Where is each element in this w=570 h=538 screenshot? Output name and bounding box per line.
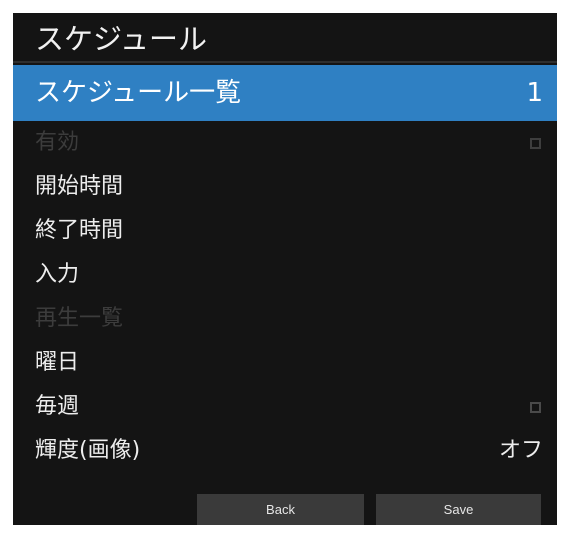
schedule-menu-list: スケジュール一覧 1 有効 開始時間 終了時間 入力 再生一覧 曜日 毎週 輝度…	[13, 65, 557, 473]
save-button[interactable]: Save	[376, 494, 541, 525]
menu-item-weekly[interactable]: 毎週	[13, 385, 557, 429]
menu-item-start-time[interactable]: 開始時間	[13, 165, 557, 209]
menu-item-end-time[interactable]: 終了時間	[13, 209, 557, 253]
menu-item-label: 毎週	[35, 394, 80, 419]
menu-item-label: スケジュール一覧	[35, 78, 242, 108]
enabled-checkbox	[530, 137, 541, 149]
schedule-menu-panel: スケジュール スケジュール一覧 1 有効 開始時間 終了時間 入力 再生一覧 曜…	[13, 13, 557, 525]
menu-item-weekday[interactable]: 曜日	[13, 341, 557, 385]
title-divider	[13, 61, 557, 63]
menu-item-label: 終了時間	[35, 218, 124, 243]
menu-item-label: 入力	[35, 262, 80, 287]
menu-item-label: 曜日	[35, 350, 80, 375]
brightness-value: オフ	[498, 438, 543, 463]
menu-item-label: 再生一覧	[35, 306, 124, 331]
menu-item-brightness[interactable]: 輝度(画像) オフ	[13, 429, 557, 473]
menu-item-label: 輝度(画像)	[35, 438, 141, 463]
menu-item-label: 開始時間	[35, 174, 124, 199]
menu-item-enabled: 有効	[13, 121, 557, 165]
menu-item-schedule-list[interactable]: スケジュール一覧 1	[13, 65, 557, 121]
menu-item-input[interactable]: 入力	[13, 253, 557, 297]
schedule-list-value: 1	[526, 78, 543, 108]
menu-item-label: 有効	[35, 130, 80, 155]
page-title: スケジュール	[35, 22, 207, 56]
back-button[interactable]: Back	[197, 494, 364, 525]
weekly-checkbox[interactable]	[530, 401, 541, 413]
menu-item-playlist: 再生一覧	[13, 297, 557, 341]
